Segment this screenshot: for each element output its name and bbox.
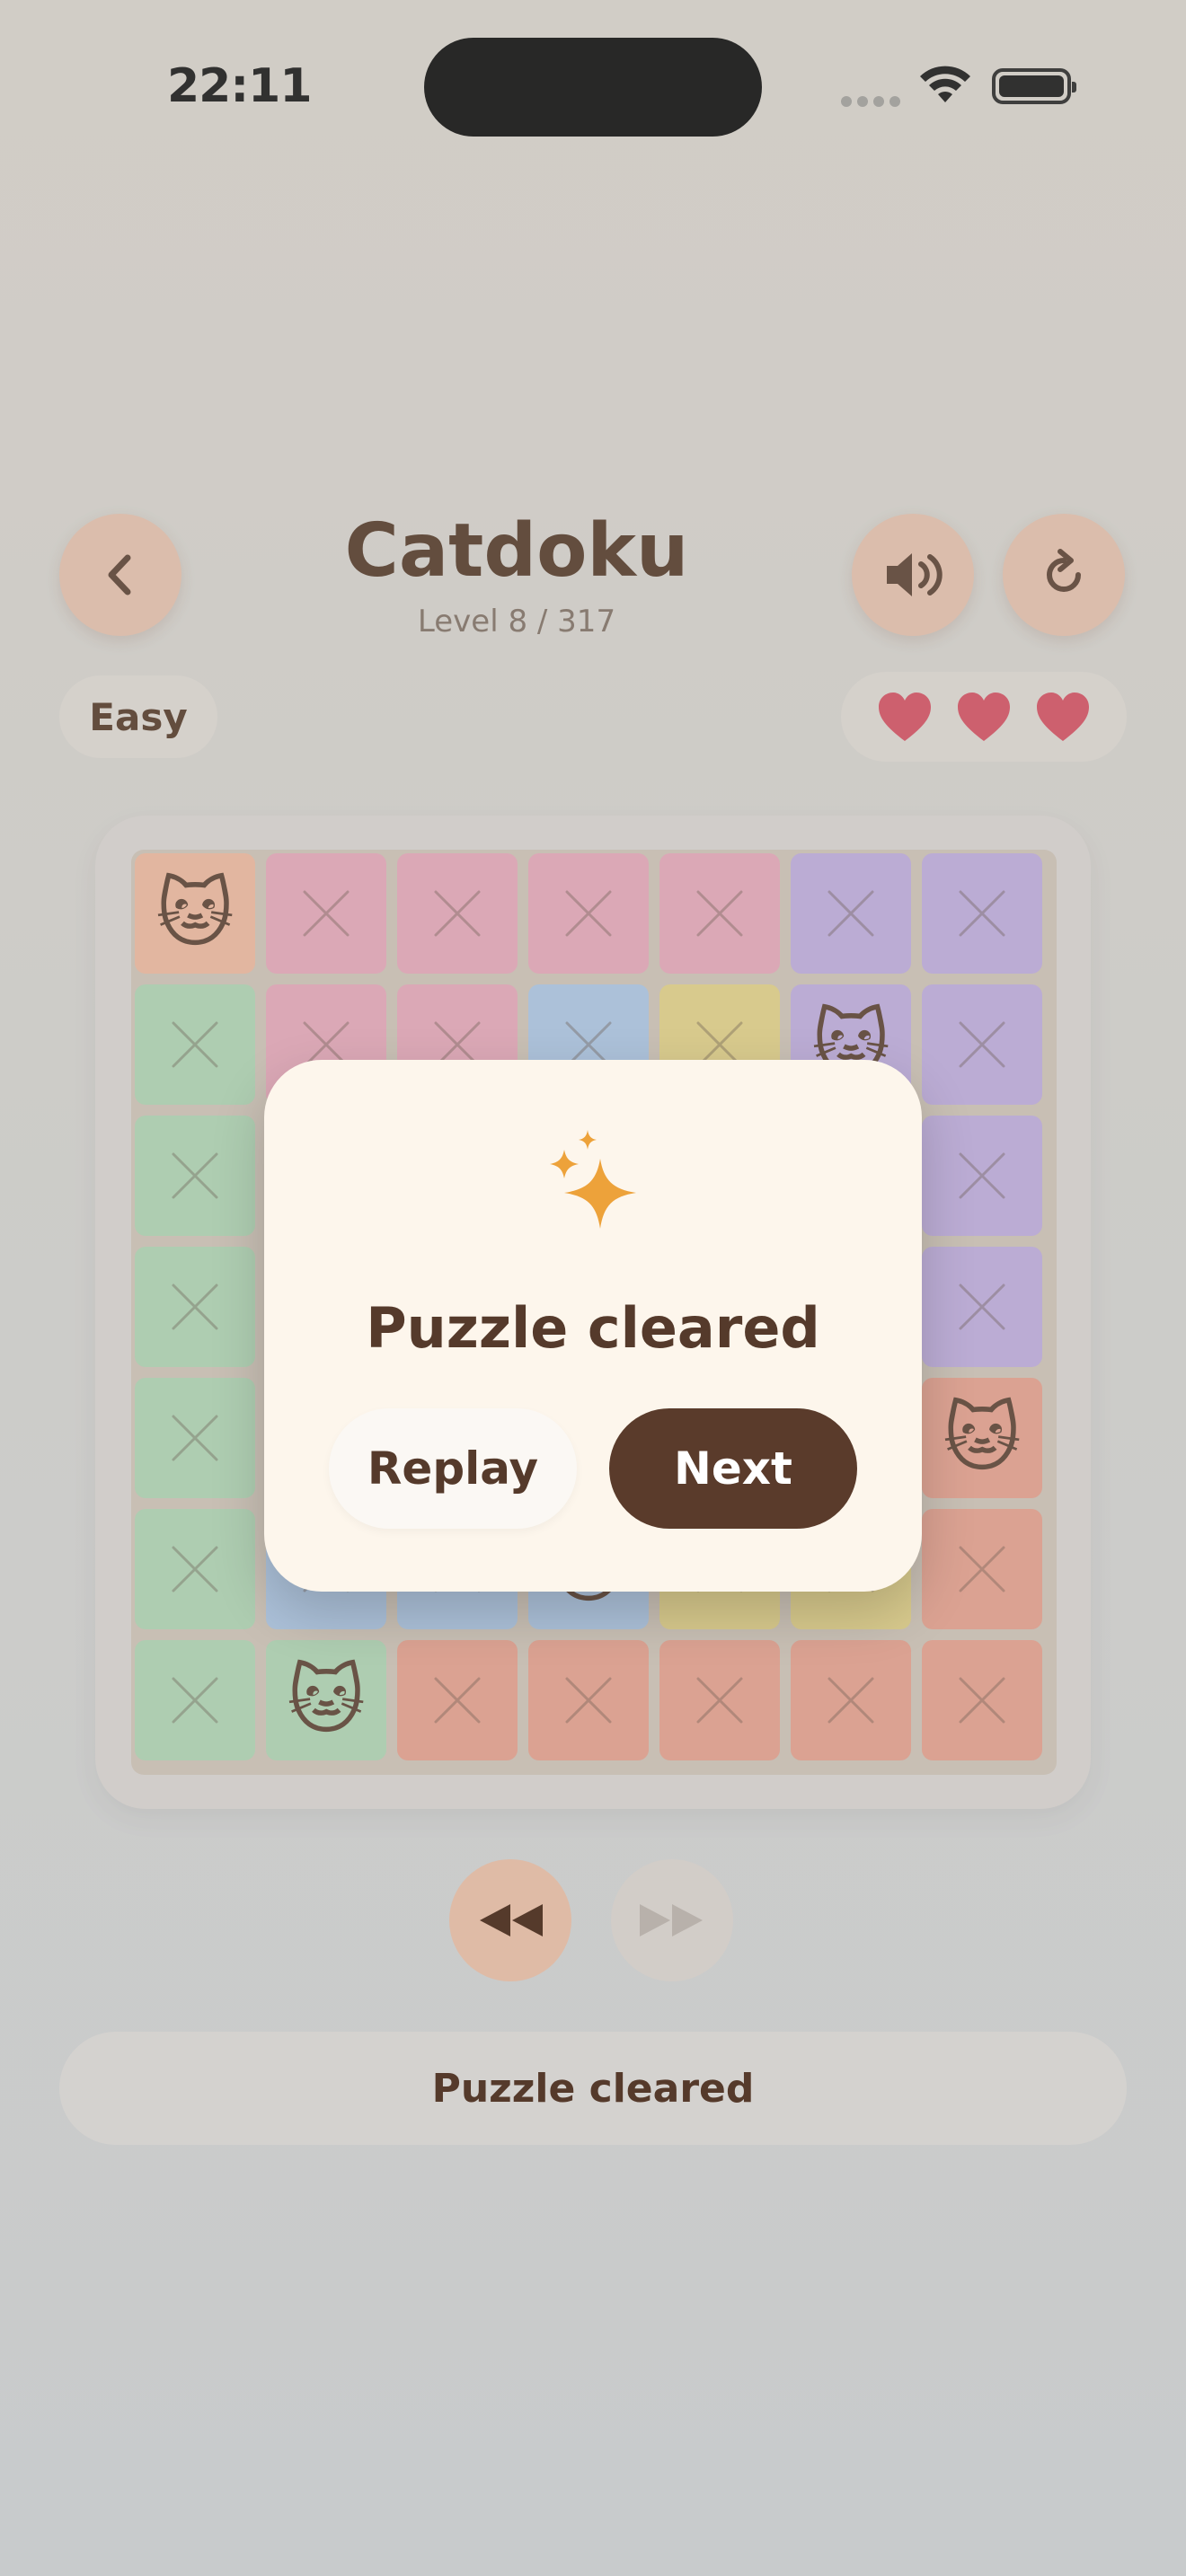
undo-button[interactable] [449, 1859, 571, 1981]
dialog-title: Puzzle cleared [366, 1295, 820, 1361]
sparkles-icon [550, 1130, 636, 1229]
completion-dialog: Puzzle cleared Replay Next [264, 1060, 922, 1592]
redo-button[interactable] [611, 1859, 733, 1981]
fast-forward-icon [640, 1904, 703, 1936]
status-message: Puzzle cleared [59, 2032, 1127, 2145]
next-button[interactable]: Next [609, 1408, 857, 1529]
replay-button[interactable]: Replay [329, 1408, 577, 1529]
rewind-icon [480, 1904, 543, 1936]
